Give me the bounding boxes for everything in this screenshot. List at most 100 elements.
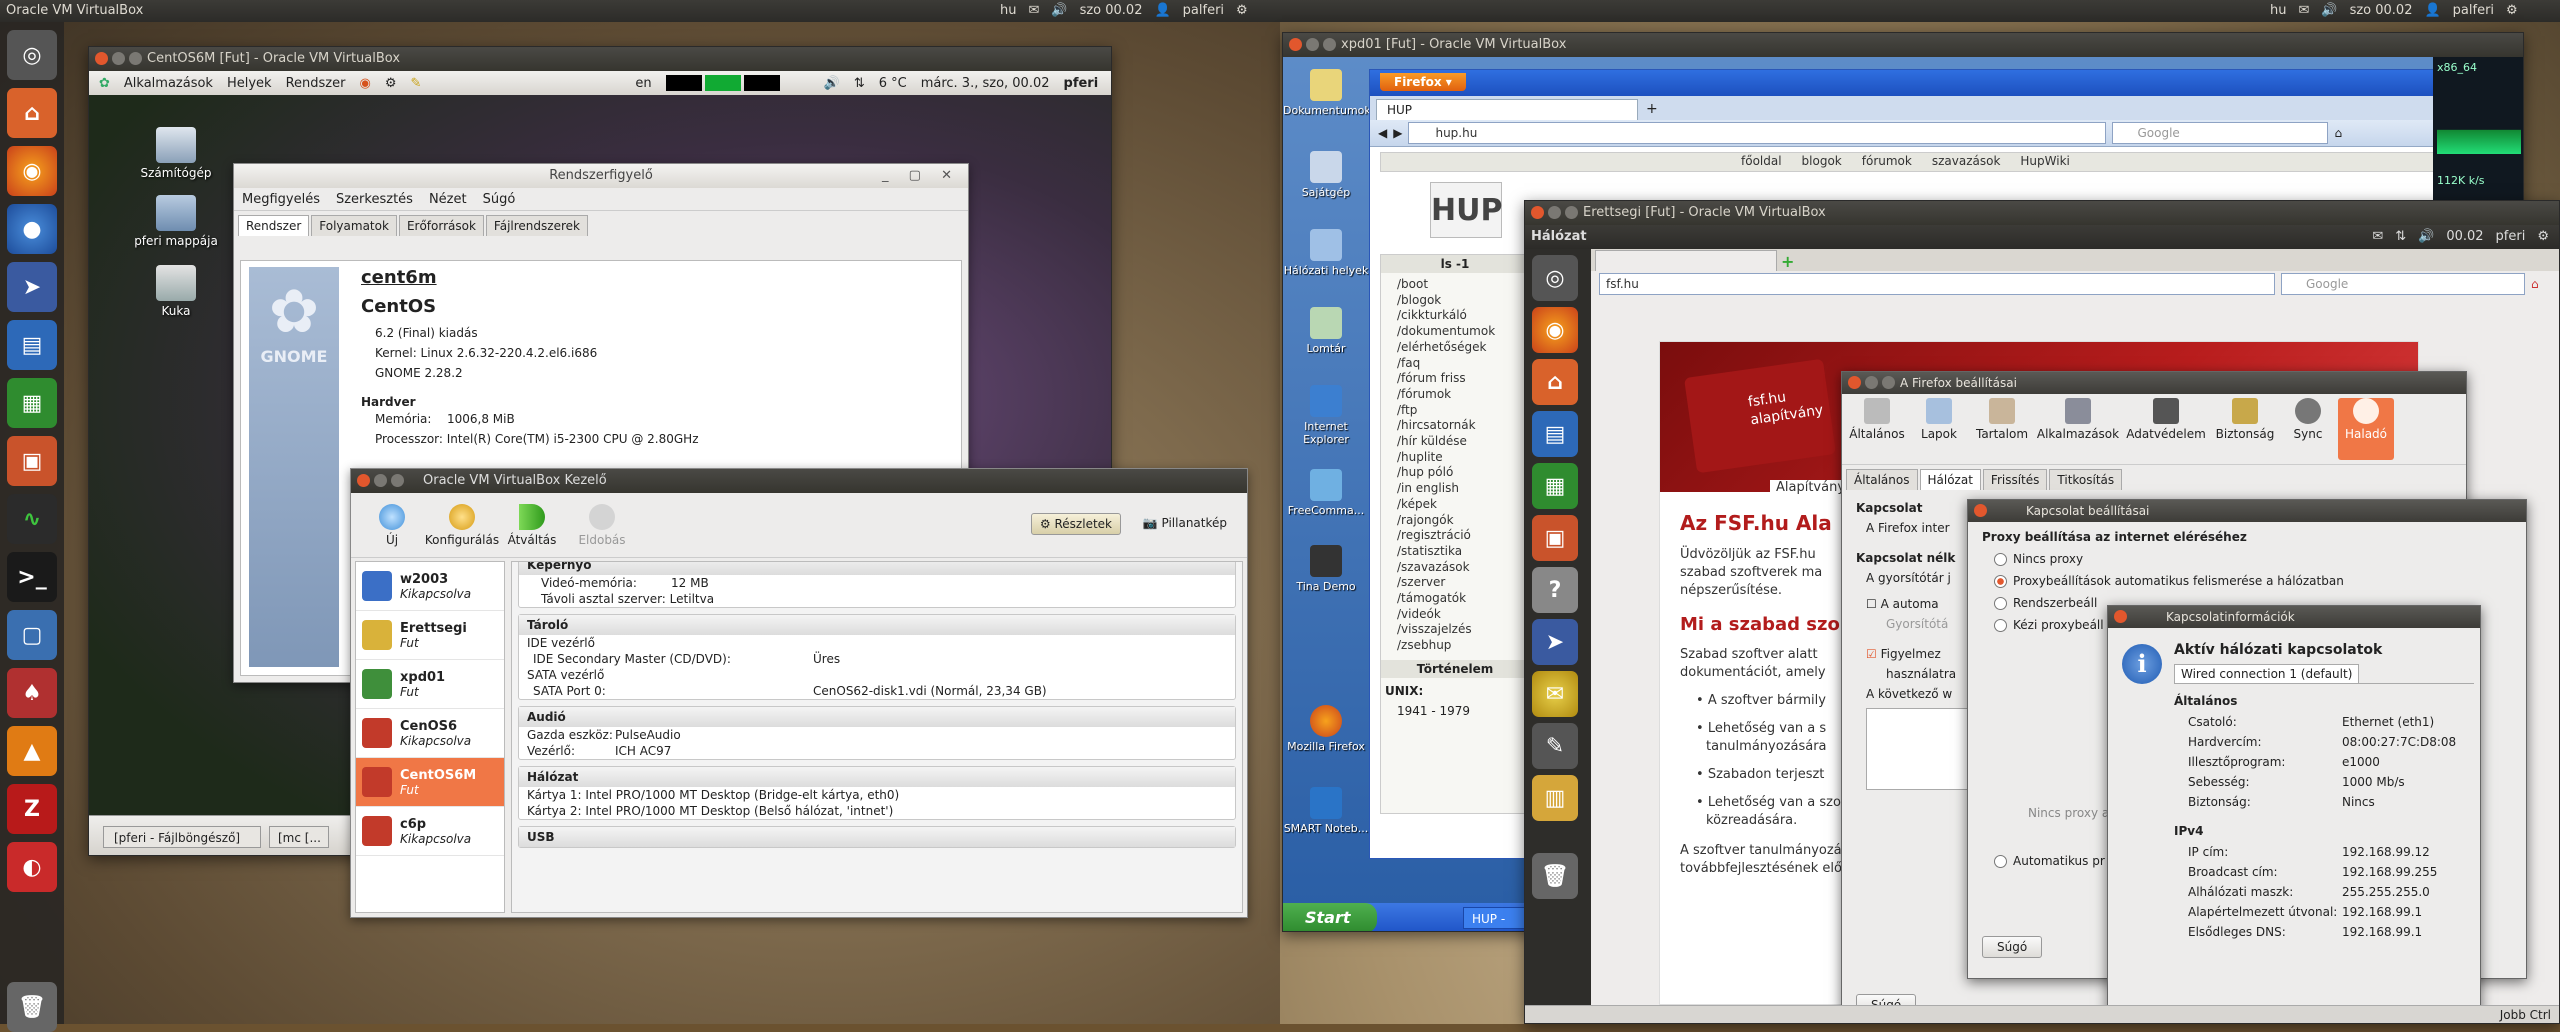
- calc-icon[interactable]: ▦: [1532, 463, 1578, 509]
- tab-system[interactable]: Rendszer: [238, 215, 310, 236]
- xp-icon-network[interactable]: Hálózati helyek: [1283, 229, 1369, 277]
- search-input[interactable]: Google: [2281, 273, 2525, 295]
- subtab-encryption[interactable]: Titkosítás: [2049, 469, 2123, 490]
- menu-view[interactable]: Nézet: [429, 192, 467, 207]
- section-heading[interactable]: Tároló: [519, 615, 1235, 635]
- ls-link[interactable]: /cikkturkáló: [1397, 308, 1529, 324]
- minimize-icon[interactable]: [1865, 376, 1878, 389]
- close-icon[interactable]: [2114, 610, 2127, 623]
- weather[interactable]: 6 °C: [879, 76, 907, 91]
- maximize-icon[interactable]: [1882, 376, 1895, 389]
- vm-item-w2003[interactable]: w2003 Kikapcsolva: [356, 562, 504, 611]
- xp-icon-my-computer[interactable]: Sajátgép: [1283, 151, 1369, 199]
- notes-icon[interactable]: ✎: [410, 76, 421, 91]
- user-name[interactable]: pferi: [2496, 225, 2526, 249]
- impress-icon[interactable]: ▣: [1532, 515, 1578, 561]
- filezilla-icon[interactable]: Z: [7, 784, 57, 834]
- menu-help[interactable]: Súgó: [483, 192, 516, 207]
- ls-link[interactable]: /regisztráció: [1397, 528, 1529, 544]
- window-titlebar[interactable]: CentOS6M [Fut] - Oracle VM VirtualBox: [89, 47, 1111, 71]
- subtab-update[interactable]: Frissítés: [1982, 469, 2048, 490]
- keyboard-layout-icon[interactable]: hu: [2270, 3, 2286, 18]
- volume-icon[interactable]: 🔊: [1051, 3, 1067, 18]
- vm-item-erettsegi[interactable]: Erettsegi Fut: [356, 611, 504, 660]
- keyboard-layout-icon[interactable]: hu: [1000, 3, 1016, 18]
- new-tab-button[interactable]: +: [1638, 98, 1666, 120]
- vm-item-cenos6[interactable]: CenOS6 Kikapcsolva: [356, 709, 504, 758]
- vlc-icon[interactable]: ▲: [7, 726, 57, 776]
- keyboard-layout[interactable]: en: [635, 76, 651, 91]
- volume-icon[interactable]: 🔊: [824, 76, 840, 91]
- xp-icon-tina-demo[interactable]: Tina Demo: [1283, 545, 1369, 593]
- fsf-logo[interactable]: fsf.hu alapítvány: [1684, 358, 1836, 474]
- section-heading[interactable]: Audió: [519, 707, 1235, 727]
- tab-processes[interactable]: Folyamatok: [311, 215, 397, 236]
- prefs-cat-applications[interactable]: Alkalmazások: [2036, 398, 2120, 460]
- ls-link[interactable]: /videók: [1397, 607, 1529, 623]
- nav-link-blogs[interactable]: blogok: [1802, 154, 1842, 170]
- user-name[interactable]: palferi: [2453, 3, 2494, 18]
- start-button[interactable]: Start: [1283, 903, 1377, 931]
- prefs-cat-tabs[interactable]: Lapok: [1910, 398, 1968, 460]
- start-button[interactable]: Átváltás: [497, 503, 567, 547]
- taskbar-item-mc[interactable]: [mc [...: [269, 826, 329, 848]
- ls-link[interactable]: /fórum friss: [1397, 371, 1529, 387]
- ls-link[interactable]: /blogok: [1397, 293, 1529, 309]
- maximize-icon[interactable]: [1323, 38, 1336, 51]
- details-button[interactable]: ⚙ Részletek: [1030, 513, 1121, 535]
- network-icon[interactable]: ⇅: [2395, 225, 2406, 249]
- section-heading[interactable]: USB: [519, 827, 1235, 847]
- xp-icon-documents[interactable]: Dokumentumok: [1283, 69, 1371, 117]
- minimize-icon[interactable]: [374, 474, 387, 487]
- ls-link[interactable]: /in english: [1397, 481, 1529, 497]
- gnome-foot-icon[interactable]: ✿: [99, 76, 110, 91]
- network-icon[interactable]: ⇅: [854, 76, 865, 91]
- prefs-cat-advanced[interactable]: Haladó: [2338, 398, 2394, 460]
- xp-icon-freecommander[interactable]: FreeComma...: [1283, 469, 1369, 517]
- ls-link[interactable]: /hircsatornák: [1397, 418, 1529, 434]
- pointer-tool-icon[interactable]: ➤: [7, 262, 57, 312]
- tab-fsf[interactable]: [1595, 250, 1777, 271]
- firefox-icon[interactable]: ◉: [1532, 307, 1578, 353]
- ls-link[interactable]: /dokumentumok: [1397, 324, 1529, 340]
- clock[interactable]: szo 00.02: [1080, 3, 1143, 18]
- close-icon[interactable]: [95, 52, 108, 65]
- close-icon[interactable]: [1531, 206, 1544, 219]
- system-monitor-icon[interactable]: ∿: [7, 494, 57, 544]
- url-bar[interactable]: hup.hu: [1408, 122, 2107, 144]
- vm-item-c6p[interactable]: c6p Kikapcsolva: [356, 807, 504, 856]
- dash-home-icon[interactable]: ◎: [7, 30, 57, 80]
- dialog-titlebar[interactable]: Kapcsolatinformációk: [2108, 606, 2480, 628]
- menu-applications[interactable]: Alkalmazások: [124, 76, 213, 91]
- home-icon[interactable]: ⌂: [2531, 277, 2539, 291]
- subtab-general[interactable]: Általános: [1846, 469, 1918, 490]
- back-icon[interactable]: ◀: [1378, 126, 1387, 140]
- writer-icon[interactable]: ▤: [1532, 411, 1578, 457]
- maximize-icon[interactable]: [391, 474, 404, 487]
- window-titlebar[interactable]: Erettsegi [Fut] - Oracle VM VirtualBox: [1525, 201, 2559, 225]
- ls-link[interactable]: /ftp: [1397, 403, 1529, 419]
- impress-icon[interactable]: ▣: [7, 436, 57, 486]
- gear-icon[interactable]: ⚙: [1236, 3, 1248, 18]
- hup-logo[interactable]: HUP: [1430, 182, 1502, 238]
- home-folder-icon[interactable]: ⌂: [7, 88, 57, 138]
- settings-button[interactable]: Konfigurálás: [425, 503, 499, 547]
- firefox-titlebar[interactable]: Firefox ▾: [1370, 70, 2520, 96]
- proxy-help-button[interactable]: Súgó: [1982, 936, 2043, 958]
- user-icon[interactable]: 👤: [2424, 3, 2440, 18]
- menu-monitor[interactable]: Megfigyelés: [242, 192, 320, 207]
- desktop-icon-computer[interactable]: Számítógép: [121, 127, 231, 180]
- ls-link[interactable]: /faq: [1397, 356, 1529, 372]
- tab-hup[interactable]: HUP: [1376, 99, 1638, 120]
- workspace-switcher[interactable]: [665, 75, 780, 91]
- maximize-icon[interactable]: [1565, 206, 1578, 219]
- taskbar-item-file-browser[interactable]: [pferi - Fájlböngésző]: [103, 826, 261, 848]
- datetime[interactable]: márc. 3., szo, 00.02: [921, 76, 1050, 91]
- minimize-icon[interactable]: [112, 52, 125, 65]
- history-item[interactable]: 1941 - 1979: [1381, 698, 1529, 718]
- archive-icon[interactable]: ▥: [1532, 775, 1578, 821]
- forward-icon[interactable]: ▶: [1393, 126, 1402, 140]
- ls-link[interactable]: /rajongók: [1397, 513, 1529, 529]
- firefox-icon[interactable]: ◉: [359, 76, 370, 91]
- ls-link[interactable]: /képek: [1397, 497, 1529, 513]
